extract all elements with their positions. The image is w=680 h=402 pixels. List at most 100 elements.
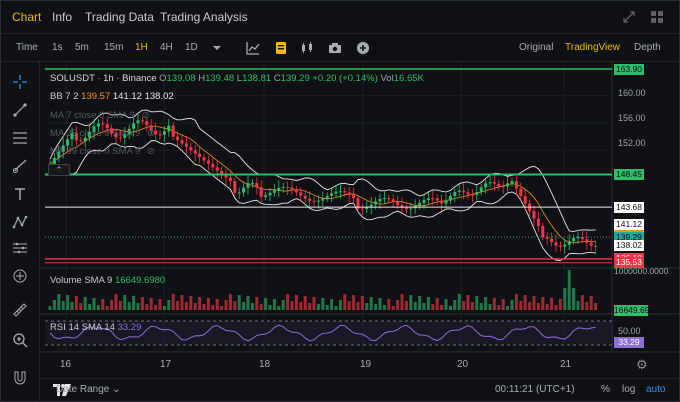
add-icon[interactable] <box>356 41 370 55</box>
volume-bar <box>426 297 430 310</box>
crosshair-icon[interactable] <box>12 74 28 90</box>
eye-hidden-icon[interactable]: ⊘ <box>147 146 155 157</box>
tab-chart[interactable]: Chart <box>12 10 41 24</box>
volume-bar <box>418 296 422 310</box>
volume-bar <box>145 304 149 310</box>
candle-body <box>550 238 554 243</box>
volume-bar <box>180 295 184 310</box>
template-icon[interactable] <box>274 41 288 55</box>
horizontal-lines-icon[interactable] <box>12 130 28 146</box>
candle-body <box>488 182 492 184</box>
zoom-in-icon[interactable] <box>12 332 28 348</box>
candle-body <box>589 242 593 246</box>
volume-bar <box>462 301 466 310</box>
expand-icon[interactable] <box>622 10 636 24</box>
candle-body <box>536 218 540 227</box>
view-depth[interactable]: Depth <box>634 42 661 53</box>
volume-bar <box>594 303 598 310</box>
volume-bar <box>66 295 70 310</box>
volume-bar <box>391 306 395 310</box>
time-axis-label: 19 <box>360 359 372 370</box>
text-tool-icon[interactable] <box>12 186 28 202</box>
bb-middle-band <box>49 125 596 243</box>
candle-body <box>237 192 241 194</box>
price-chart[interactable] <box>40 62 680 358</box>
candle-body <box>250 182 254 184</box>
candle-body <box>519 188 523 197</box>
tab-trading-analysis[interactable]: Trading Analysis <box>160 10 248 24</box>
timeframe-5m[interactable]: 5m <box>75 42 89 53</box>
candle-body <box>484 183 488 188</box>
candle-body <box>272 190 276 193</box>
candle-body <box>202 157 206 161</box>
volume-bar <box>479 303 483 310</box>
ma2-legend[interactable]: MA 25 close 0 SMA 9 ⊘ <box>50 128 155 139</box>
magnet-icon[interactable] <box>12 370 28 386</box>
high-value: 139.48 <box>205 73 235 84</box>
volume-bar <box>488 304 492 310</box>
symbol-legend: SOLUSDT · 1h · Binance O139.08 H139.48 L… <box>50 73 424 84</box>
candle-body <box>554 242 558 246</box>
volume-bar <box>422 303 426 310</box>
measure-ruler-icon[interactable] <box>12 302 28 318</box>
eye-hidden-icon[interactable]: ⊘ <box>147 128 155 139</box>
timeframe-15m[interactable]: 15m <box>104 42 123 53</box>
volume-bar <box>303 296 307 310</box>
volume-bar <box>242 302 246 310</box>
camera-icon[interactable] <box>328 41 342 55</box>
volume-bar <box>281 300 285 310</box>
candle-body <box>382 198 386 200</box>
volume-bar <box>57 294 61 310</box>
eye-hidden-icon[interactable]: ⊘ <box>142 110 150 121</box>
utc-clock[interactable]: 00:11:21 (UTC+1) <box>495 384 575 395</box>
price-tag: 141.12 <box>614 219 644 231</box>
log-scale-toggle[interactable]: log <box>622 384 635 395</box>
tab-info[interactable]: Info <box>52 10 72 24</box>
timeframe-1s[interactable]: 1s <box>52 42 63 53</box>
ma1-legend[interactable]: MA 7 close 0 SMA 9 ⊘ <box>50 110 150 121</box>
candle-body <box>585 239 589 243</box>
volume-bar <box>220 306 224 310</box>
timeframe-time[interactable]: Time <box>16 42 38 53</box>
candle-body <box>162 131 166 135</box>
auto-scale-toggle[interactable]: auto <box>646 384 665 395</box>
volume-bar <box>589 296 593 310</box>
volume-bar <box>228 294 232 310</box>
pattern-icon[interactable] <box>12 214 28 230</box>
candle-style-icon[interactable] <box>300 41 314 55</box>
trend-line-icon[interactable] <box>12 102 28 118</box>
collapse-legend-button[interactable]: ⌃ <box>48 164 70 176</box>
date-range-button[interactable]: Date Range ⌄ <box>56 384 121 395</box>
percent-scale-toggle[interactable]: % <box>601 384 610 395</box>
tab-trading-data[interactable]: Trading Data <box>85 10 154 24</box>
timeframe-4h[interactable]: 4H <box>160 42 173 53</box>
candle-body <box>299 192 303 196</box>
volume-bar <box>528 302 532 310</box>
brush-icon[interactable] <box>12 158 28 174</box>
view-tradingview[interactable]: TradingView <box>565 42 620 53</box>
grid-layout-icon[interactable] <box>650 10 664 24</box>
view-original[interactable]: Original <box>519 42 553 53</box>
timeframe-1d[interactable]: 1D <box>185 42 198 53</box>
candle-body <box>594 245 598 247</box>
timeframe-dropdown-icon[interactable] <box>210 41 224 55</box>
rsi-label: RSI 14 SMA 14 <box>50 322 115 333</box>
volume-bar <box>290 301 294 310</box>
volume-price-tag: 16649.6980 <box>614 305 659 316</box>
indicators-icon[interactable] <box>246 41 260 55</box>
volume-bar <box>299 302 303 310</box>
ruler-icon[interactable] <box>12 268 28 284</box>
measure-icon[interactable] <box>12 240 28 256</box>
volume-bar <box>154 305 158 310</box>
ma3-legend[interactable]: MA 99 close 0 SMA 9 ⊘ <box>50 146 155 157</box>
candle-body <box>242 187 246 193</box>
candle-body <box>409 208 413 210</box>
volume-bar <box>514 294 518 310</box>
chart-settings-gear-icon[interactable]: ⚙ <box>636 357 648 373</box>
time-axis-label: 18 <box>259 359 271 370</box>
volume-bar <box>286 294 290 310</box>
volume-bar <box>308 303 312 310</box>
volume-bar <box>365 303 369 310</box>
timeframe-1h[interactable]: 1H <box>135 42 148 53</box>
volume-bar <box>264 298 268 310</box>
